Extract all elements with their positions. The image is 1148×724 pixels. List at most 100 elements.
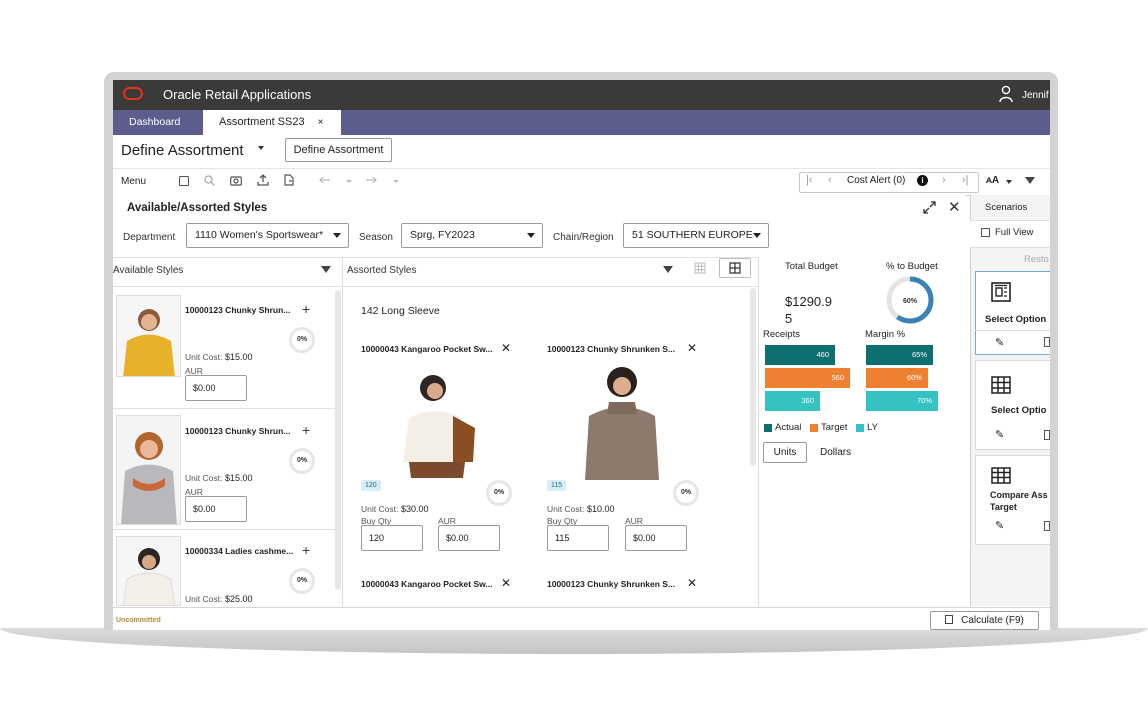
app-title: Oracle Retail Applications: [163, 87, 312, 102]
page-title[interactable]: Define Assortment: [121, 142, 244, 159]
buy-qty-input[interactable]: 115: [547, 525, 609, 551]
previous-icon[interactable]: ‹: [828, 174, 832, 186]
last-page-icon[interactable]: ›|: [962, 174, 969, 186]
product-image[interactable]: [116, 536, 181, 606]
first-page-icon[interactable]: |‹: [806, 174, 813, 186]
season-label: Season: [359, 232, 393, 243]
aur-input[interactable]: $0.00: [185, 375, 247, 401]
unit-cost-label: Unit Cost:: [361, 504, 399, 514]
undo-icon[interactable]: [319, 176, 331, 184]
unit-cost-label: Unit Cost:: [185, 594, 223, 604]
calculator-icon[interactable]: [179, 176, 189, 186]
app-header: Oracle Retail Applications Jennif: [113, 80, 1050, 110]
font-size-chevron-icon[interactable]: [1006, 180, 1012, 184]
product-image[interactable]: [116, 295, 181, 377]
tab-label: Dashboard: [129, 116, 181, 128]
receipts-data-label: 560: [831, 373, 844, 382]
legend-actual: Actual: [775, 422, 802, 433]
add-icon[interactable]: +: [302, 543, 310, 557]
aur-input[interactable]: $0.00: [438, 525, 500, 551]
calculate-label: Calculate (F9): [961, 615, 1024, 626]
product-image[interactable]: [579, 356, 665, 480]
cost-alert-label[interactable]: Cost Alert (0): [847, 175, 905, 186]
redo-icon[interactable]: [365, 176, 377, 184]
chain-region-select[interactable]: 51 SOUTHERN EUROPE: [623, 223, 769, 248]
scrollbar[interactable]: [750, 288, 756, 466]
units-toggle[interactable]: Units: [763, 442, 807, 463]
search-icon[interactable]: [204, 175, 215, 186]
scenario-card[interactable]: [975, 271, 1050, 355]
style-title: 10000123 Chunky Shrun...: [185, 305, 291, 315]
department-select[interactable]: 1110 Women's Sportswear*: [186, 223, 349, 248]
camera-icon[interactable]: [230, 175, 242, 186]
total-budget-label: Total Budget: [785, 261, 838, 272]
toolbar: Menu |‹ ‹ Cost Alert (0) i › ›| ᴀA: [113, 168, 1050, 196]
remove-icon[interactable]: ✕: [501, 342, 511, 354]
margin-bar-actual: 65%: [866, 345, 933, 365]
unit-cost-value: $25.00: [225, 594, 253, 604]
chevron-down-icon: [527, 233, 535, 238]
filter-icon[interactable]: [1025, 177, 1035, 184]
add-icon[interactable]: +: [302, 423, 310, 437]
upload-icon[interactable]: [257, 174, 269, 186]
product-image[interactable]: [395, 358, 481, 478]
calculate-button[interactable]: Calculate (F9): [930, 611, 1039, 630]
legend-target: Target: [821, 422, 848, 433]
product-image[interactable]: [116, 415, 181, 525]
divider: [113, 529, 335, 530]
percent-ring: 0%: [486, 480, 512, 506]
tab-dashboard[interactable]: Dashboard: [113, 110, 201, 135]
remove-icon[interactable]: ✕: [501, 577, 511, 589]
close-panel-icon[interactable]: ✕: [948, 198, 961, 216]
status-bar: Uncommitted Calculate (F9): [113, 607, 1050, 630]
grid-view-icon[interactable]: [694, 262, 706, 274]
dollars-toggle[interactable]: Dollars: [820, 447, 851, 458]
buy-qty-input[interactable]: 120: [361, 525, 423, 551]
filter-icon[interactable]: [321, 266, 331, 273]
menu-button[interactable]: Menu: [121, 176, 146, 187]
divider: [975, 330, 1050, 331]
redo-menu-chevron-icon[interactable]: [393, 180, 399, 183]
copy-icon[interactable]: [1044, 337, 1050, 347]
aur-input[interactable]: $0.00: [625, 525, 687, 551]
scrollbar[interactable]: [335, 290, 341, 590]
edit-icon[interactable]: ✎: [995, 519, 1004, 532]
tab-close-icon[interactable]: ×: [318, 117, 324, 128]
filter-icon[interactable]: [663, 266, 673, 273]
next-icon[interactable]: ›: [942, 174, 946, 186]
font-size-button[interactable]: ᴀA: [986, 175, 999, 186]
full-view-checkbox[interactable]: [981, 228, 990, 237]
define-assortment-button[interactable]: Define Assortment: [285, 138, 392, 162]
full-view-label[interactable]: Full View: [995, 227, 1033, 238]
info-icon[interactable]: i: [917, 175, 928, 186]
expand-icon[interactable]: [923, 201, 936, 214]
restore-link[interactable]: Resto: [1024, 254, 1049, 265]
percent-ring: 0%: [289, 327, 315, 353]
edit-icon[interactable]: ✎: [995, 428, 1004, 441]
scenario-card[interactable]: [975, 455, 1050, 545]
style-title: 10000123 Chunky Shrunken S...: [547, 579, 676, 589]
tile-view-button[interactable]: [719, 258, 751, 278]
copy-icon[interactable]: [1044, 521, 1050, 531]
export-icon[interactable]: [283, 174, 295, 186]
add-icon[interactable]: +: [302, 302, 310, 316]
available-styles-label: Available Styles: [113, 265, 184, 276]
pct-to-budget-donut: 60%: [886, 276, 934, 324]
undo-menu-chevron-icon[interactable]: [346, 180, 352, 183]
app-screen: Oracle Retail Applications Jennif Dashbo…: [113, 80, 1050, 630]
legend-swatch-ly: [856, 424, 864, 432]
style-title: 10000334 Ladies cashme...: [185, 546, 294, 556]
aur-input[interactable]: $0.00: [185, 496, 247, 522]
chain-region-label: Chain/Region: [553, 232, 614, 243]
user-name[interactable]: Jennif: [1022, 90, 1049, 101]
chevron-down-icon[interactable]: [258, 146, 264, 150]
tab-assortment[interactable]: Assortment SS23 ×: [203, 110, 341, 135]
user-icon[interactable]: [999, 85, 1013, 103]
season-select[interactable]: Sprg, FY2023: [401, 223, 543, 248]
copy-icon[interactable]: [1044, 430, 1050, 440]
remove-icon[interactable]: ✕: [687, 577, 697, 589]
scenarios-title: Scenarios: [985, 202, 1028, 213]
edit-icon[interactable]: ✎: [995, 336, 1004, 349]
remove-icon[interactable]: ✕: [687, 342, 697, 354]
layout-icon: [991, 282, 1011, 302]
